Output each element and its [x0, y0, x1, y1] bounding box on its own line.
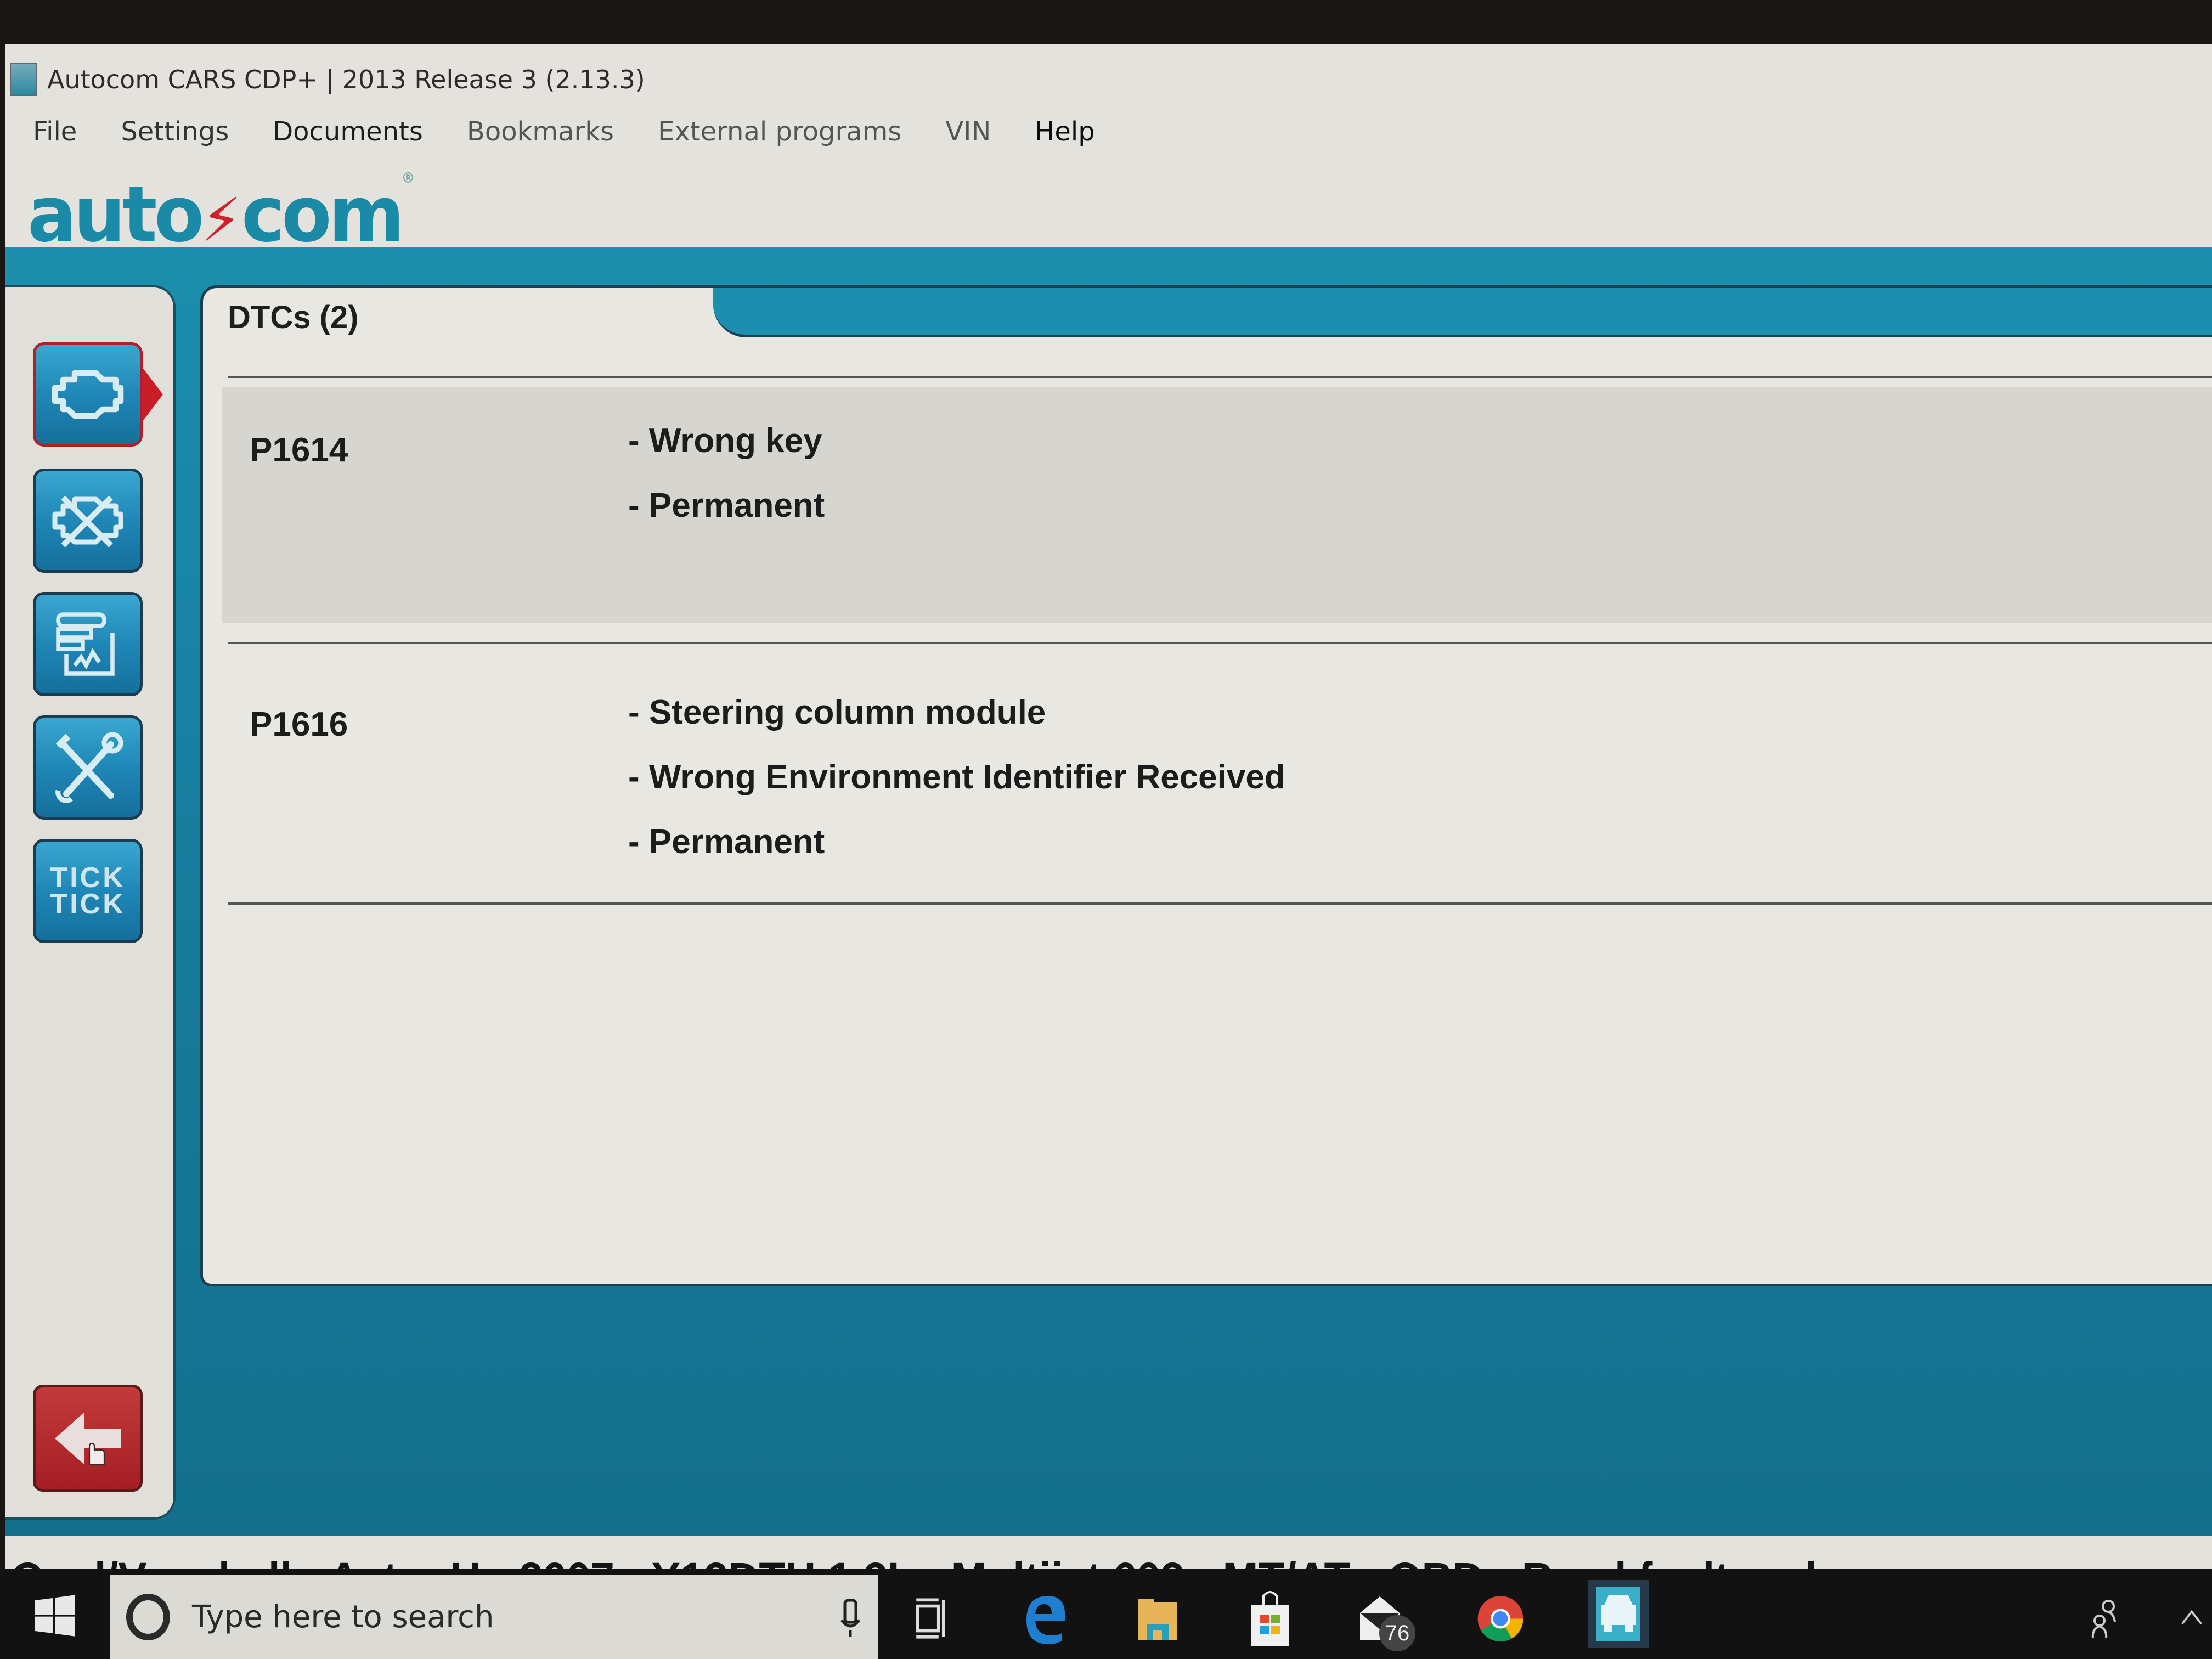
dtc-description: - Steering column module - Wrong Environ…: [628, 680, 1285, 874]
back-button[interactable]: [33, 1385, 143, 1492]
menu-bookmarks[interactable]: Bookmarks: [467, 116, 614, 147]
logo-spark-icon: ⚡: [201, 185, 241, 255]
microphone-icon[interactable]: [839, 1599, 861, 1638]
logo-text-left: auto: [27, 170, 204, 259]
back-arrow-icon: [55, 1412, 121, 1465]
sidebar: TICK TICK: [5, 285, 176, 1520]
data-graph-icon: [56, 612, 115, 676]
task-view-icon: [916, 1598, 945, 1639]
dtc-line: - Steering column module: [628, 693, 1046, 731]
folder-icon: [1138, 1599, 1177, 1640]
divider: [228, 376, 2212, 378]
engine-icon: [52, 370, 124, 419]
dtc-line: - Wrong key: [628, 422, 822, 460]
menu-bar: File Settings Documents Bookmarks Extern…: [5, 104, 2212, 159]
cortana-icon: [126, 1593, 170, 1640]
people-icon: [2091, 1600, 2116, 1639]
window-title: Autocom CARS CDP+ | 2013 Release 3 (2.13…: [47, 65, 645, 94]
chevron-up-icon: [2181, 1610, 2202, 1625]
dtc-description: - Wrong key - Permanent: [628, 409, 825, 538]
chrome-icon: [1477, 1595, 1523, 1641]
menu-help[interactable]: Help: [1035, 116, 1094, 147]
mail-unread-badge: 76: [1379, 1615, 1415, 1651]
dtc-line: - Permanent: [628, 487, 825, 524]
app-icon: [10, 63, 37, 96]
logo-registered-mark: ®: [401, 170, 415, 187]
menu-settings[interactable]: Settings: [121, 116, 229, 147]
task-view-button[interactable]: [905, 1591, 955, 1646]
engine-cross-icon: [52, 495, 123, 548]
divider: [228, 902, 2212, 905]
dtc-code: P1614: [250, 431, 348, 469]
autocom-logo: auto⚡com®: [27, 170, 415, 259]
sidebar-item-service-tools[interactable]: [33, 715, 143, 820]
sidebar-item-tick-tick[interactable]: TICK TICK: [33, 839, 143, 943]
app-window: Autocom CARS CDP+ | 2013 Release 3 (2.13…: [5, 44, 2212, 1613]
divider: [228, 642, 2212, 644]
page-title: DTCs (2): [228, 300, 359, 335]
menu-documents[interactable]: Documents: [273, 116, 423, 147]
sidebar-item-erase-codes[interactable]: [33, 469, 143, 573]
store-icon: [1251, 1591, 1289, 1646]
store-button[interactable]: [1245, 1591, 1295, 1646]
sidebar-item-live-data[interactable]: [33, 592, 143, 696]
dtc-panel: DTCs (2) P1614 - Wrong key - Permanent P…: [200, 285, 2212, 1286]
title-bar: Autocom CARS CDP+ | 2013 Release 3 (2.13…: [5, 55, 2212, 104]
tools-icon: [55, 732, 123, 803]
dtc-row[interactable]: P1614 - Wrong key - Permanent: [222, 387, 2212, 623]
logo-bar: auto⚡com®: [5, 159, 2212, 259]
tick-label-2: TICK: [50, 888, 126, 920]
dtc-code: P1616: [250, 706, 348, 743]
tick-label-1: TICK: [50, 862, 126, 894]
autocom-taskbar-button[interactable]: [1588, 1580, 1649, 1648]
dtc-line: - Permanent: [628, 823, 825, 861]
logo-text-right: com: [241, 170, 404, 259]
taskbar: Type here to search 76: [0, 1569, 2212, 1659]
menu-file[interactable]: File: [33, 116, 77, 147]
tab-header-background: [713, 288, 2212, 337]
menu-external-programs[interactable]: External programs: [658, 116, 901, 147]
sidebar-item-fault-codes[interactable]: [33, 342, 143, 447]
edge-icon: [1026, 1596, 1065, 1644]
tick-tick-icon: TICK TICK: [50, 862, 126, 920]
show-hidden-icons-button[interactable]: [2167, 1591, 2212, 1646]
car-app-icon: [1596, 1587, 1640, 1641]
windows-start-icon[interactable]: [33, 1594, 77, 1638]
search-placeholder: Type here to search: [192, 1599, 494, 1635]
menu-vin[interactable]: VIN: [945, 116, 991, 147]
taskbar-search[interactable]: Type here to search: [110, 1575, 878, 1659]
people-button[interactable]: [2079, 1591, 2129, 1646]
chrome-button[interactable]: [1476, 1591, 1525, 1646]
dtc-row[interactable]: P1616 - Steering column module - Wrong E…: [222, 653, 2212, 894]
dtc-line: - Wrong Environment Identifier Received: [628, 758, 1285, 796]
file-explorer-button[interactable]: [1133, 1591, 1182, 1646]
edge-button[interactable]: [1020, 1591, 1070, 1646]
mail-button[interactable]: 76: [1355, 1591, 1415, 1651]
